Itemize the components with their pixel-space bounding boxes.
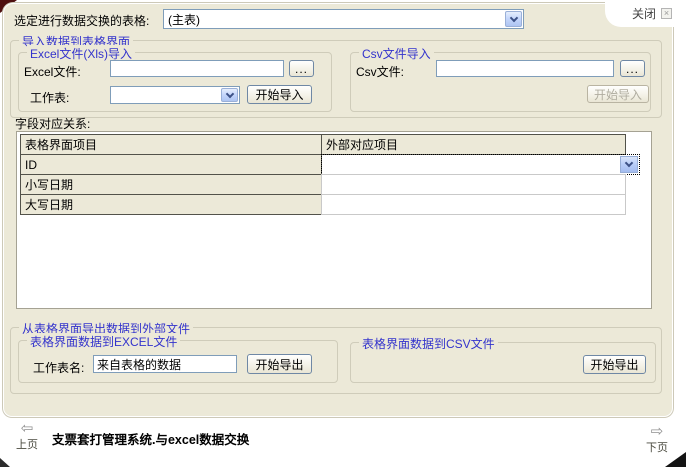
grid-row-mapping-cell[interactable]: [321, 174, 626, 195]
csv-export-group-title: 表格界面数据到CSV文件: [359, 335, 498, 352]
grid-header-field: 表格界面项目: [20, 134, 322, 155]
excel-export-group-title: 表格界面数据到EXCEL文件: [27, 333, 181, 350]
close-tab: 关闭 ×: [605, 0, 686, 27]
csv-import-group-title: Csv文件导入: [359, 45, 434, 62]
worksheet-value: [111, 94, 220, 96]
close-icon[interactable]: ×: [661, 8, 672, 19]
table-select-label: 选定进行数据交换的表格:: [14, 14, 150, 28]
page-curl-bottom-left: [0, 458, 10, 467]
close-button[interactable]: 关闭: [632, 5, 656, 22]
mapping-section-label: 字段对应关系:: [15, 117, 91, 131]
table-select-value: (主表): [168, 12, 200, 27]
next-page-icon[interactable]: ⇨: [640, 424, 674, 439]
excel-file-label: Excel文件:: [24, 65, 81, 79]
csv-export-start-button[interactable]: 开始导出: [583, 355, 646, 374]
grid-row-field[interactable]: ID: [20, 154, 322, 175]
grid-row-mapping-combobox[interactable]: [321, 154, 640, 175]
grid-row-field[interactable]: 大写日期: [20, 194, 322, 215]
worksheet-combobox[interactable]: [110, 86, 240, 104]
excel-import-start-button[interactable]: 开始导入: [247, 85, 312, 104]
excel-file-input[interactable]: [110, 60, 284, 77]
worksheet-label: 工作表:: [30, 91, 70, 105]
next-page-label: 下页: [646, 442, 668, 454]
sheet-name-input[interactable]: [93, 355, 237, 373]
table-select-dropdown-icon[interactable]: [505, 11, 522, 27]
sheet-name-label: 工作表名:: [33, 361, 85, 375]
prev-page-link[interactable]: ⇦ 上页: [10, 421, 44, 452]
prev-page-icon[interactable]: ⇦: [10, 421, 44, 436]
csv-browse-button[interactable]: ...: [620, 60, 645, 77]
excel-browse-button[interactable]: ...: [289, 60, 314, 77]
csv-import-start-button: 开始导入: [587, 85, 649, 103]
status-text: 支票套打管理系统.与excel数据交换: [52, 433, 250, 447]
grid-row-mapping-cell[interactable]: [321, 194, 626, 215]
worksheet-dropdown-icon[interactable]: [221, 88, 238, 102]
csv-file-input[interactable]: [436, 60, 614, 77]
table-select-combobox[interactable]: (主表): [163, 9, 524, 29]
grid-mapping-dropdown-icon[interactable]: [620, 156, 638, 173]
prev-page-label: 上页: [16, 439, 38, 451]
grid-header-mapped: 外部对应项目: [321, 134, 626, 155]
mapping-grid: 表格界面项目 外部对应项目 ID 小写日期 大写日期: [16, 131, 652, 309]
grid-row-field[interactable]: 小写日期: [20, 174, 322, 195]
csv-file-label: Csv文件:: [356, 65, 405, 79]
next-page-link[interactable]: ⇨ 下页: [640, 424, 674, 455]
excel-export-start-button[interactable]: 开始导出: [247, 354, 312, 374]
